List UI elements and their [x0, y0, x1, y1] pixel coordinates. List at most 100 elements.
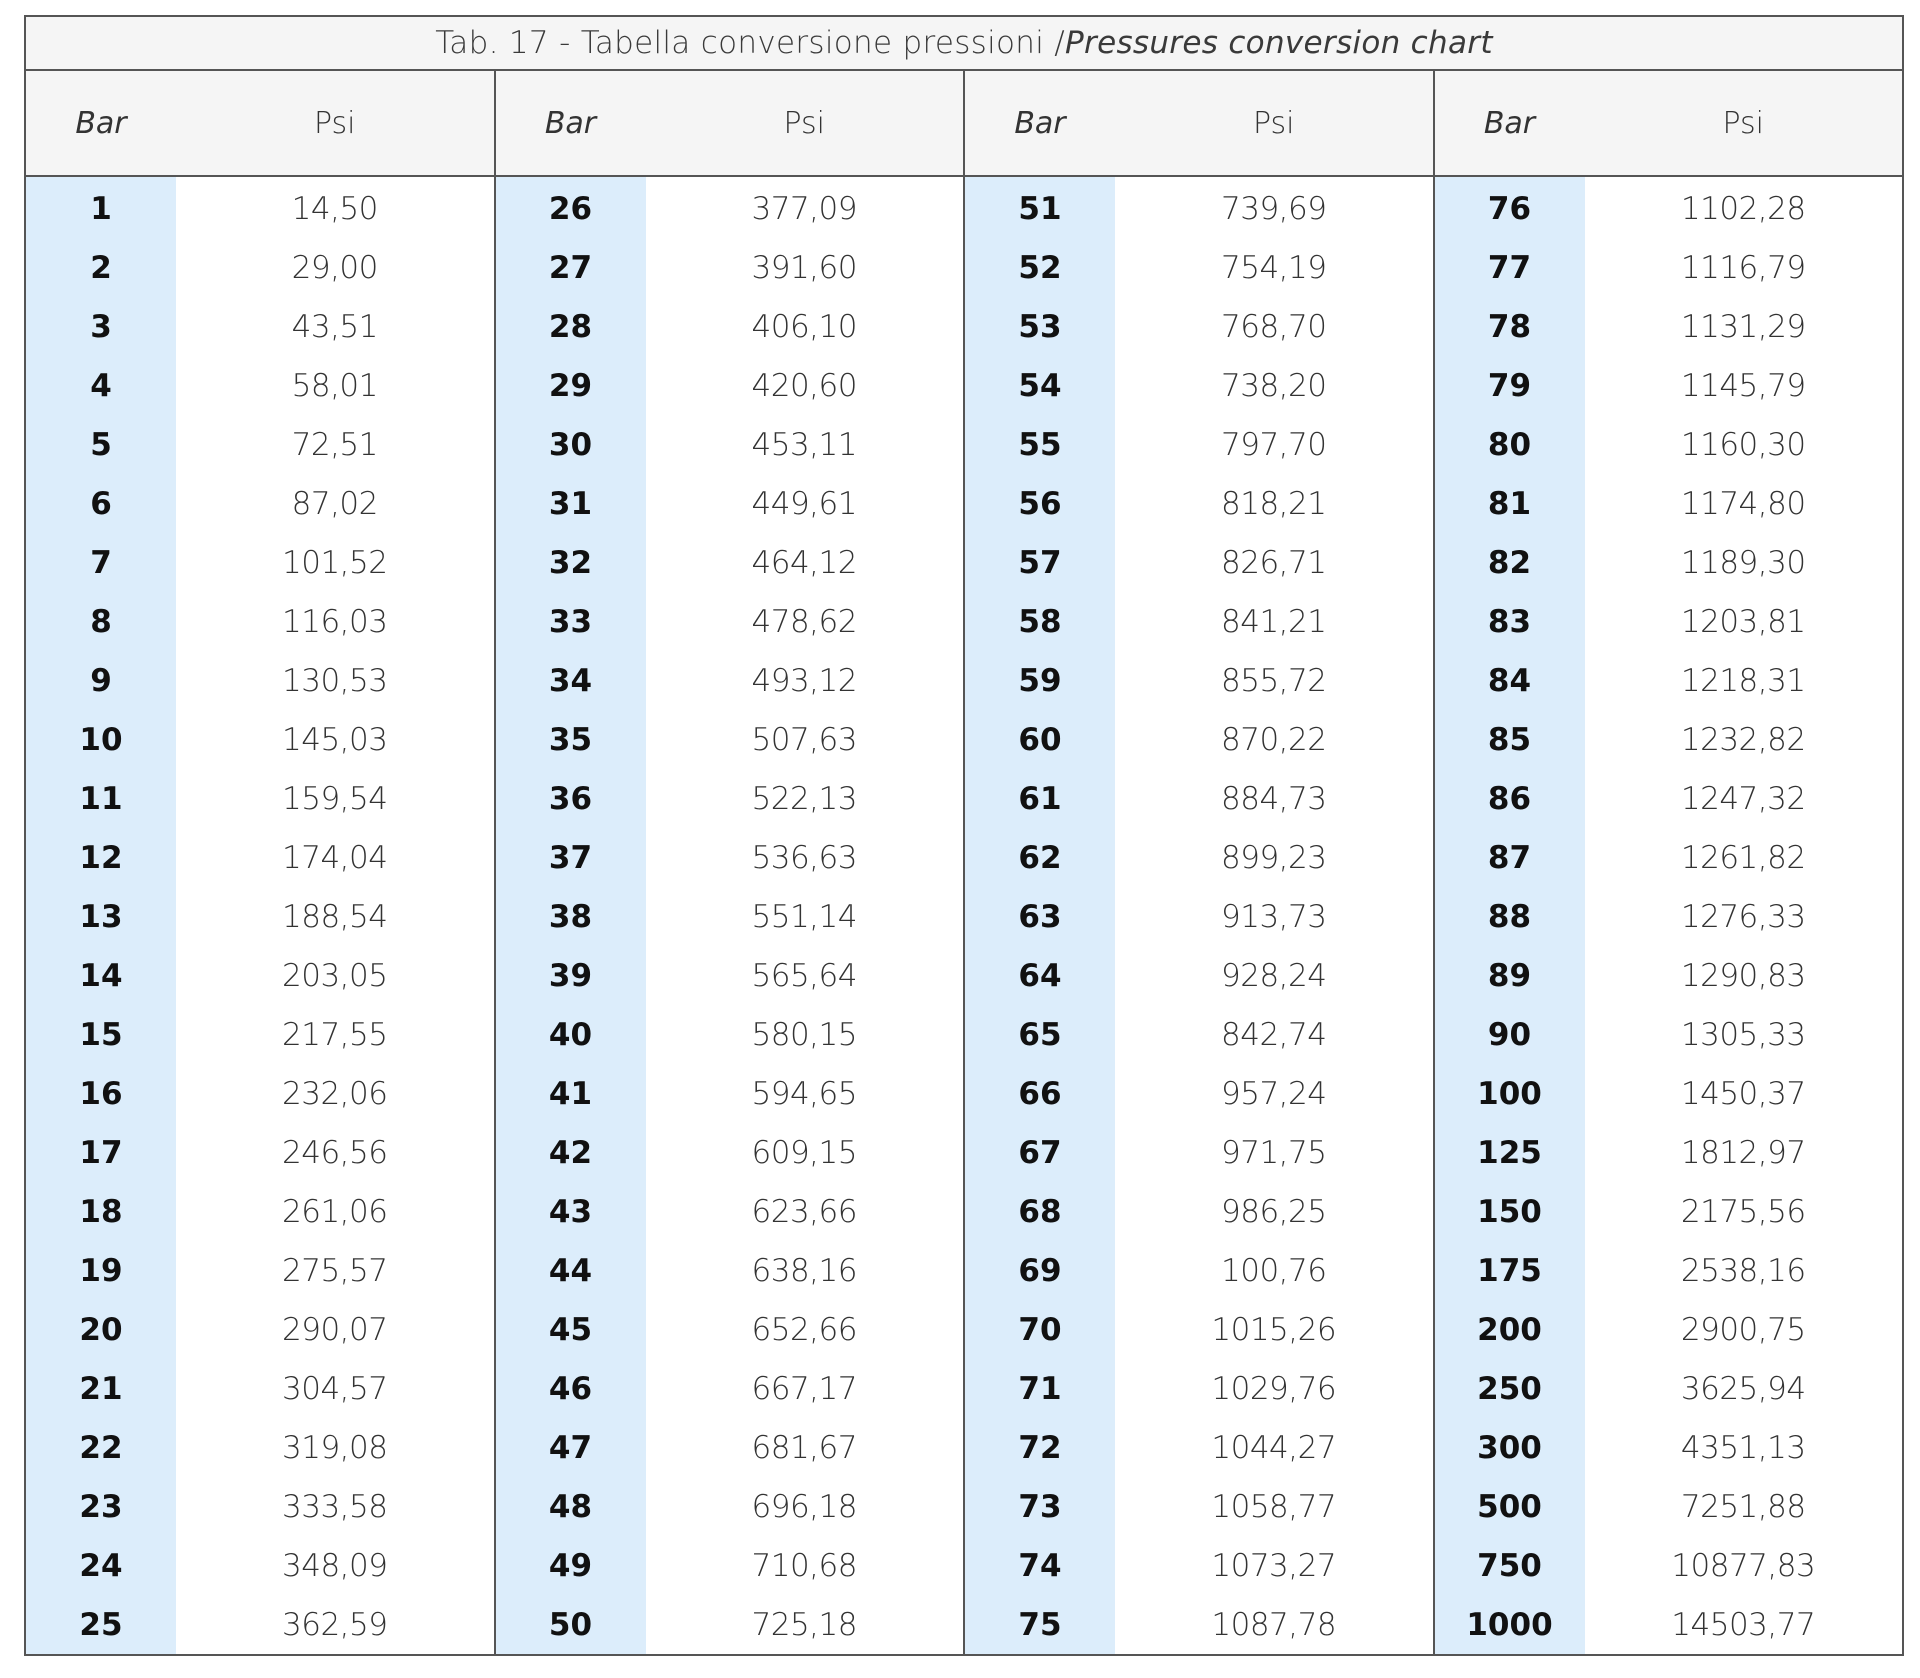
- header-psi: Psi: [1252, 105, 1295, 141]
- table-row: 73 1058,77: [965, 1477, 1433, 1536]
- table-row: 27 391,60: [496, 238, 964, 297]
- psi-value: 420,60: [751, 367, 858, 404]
- psi-value: 232,06: [282, 1075, 388, 1112]
- bar-value: 88: [1487, 898, 1532, 935]
- psi-value: 696,18: [751, 1488, 858, 1525]
- bar-value: 67: [1018, 1134, 1062, 1171]
- psi-value: 493,12: [751, 662, 858, 699]
- column-group-3: Bar Psi 51 739,69 52 754,19 53 768,70 54 738,20 55…: [965, 71, 1435, 1654]
- table-row: 45 652,66: [496, 1300, 964, 1359]
- bar-value: 100: [1477, 1075, 1542, 1112]
- table-row: 37 536,63: [496, 828, 964, 887]
- table-row: 67 971,75: [965, 1123, 1433, 1182]
- bar-value: 19: [79, 1252, 123, 1289]
- bar-value: 26: [548, 190, 593, 227]
- table-row: 4 58,01: [26, 356, 494, 415]
- psi-value: 1160,30: [1680, 426, 1806, 463]
- table-row: 9 130,53: [26, 651, 494, 710]
- bar-value: 5: [90, 426, 112, 463]
- psi-value: 1261,82: [1680, 839, 1806, 876]
- table-row: 49 710,68: [496, 1536, 964, 1595]
- psi-value: 304,57: [282, 1370, 388, 1407]
- bar-value: 75: [1018, 1606, 1062, 1643]
- psi-value: 899,23: [1221, 839, 1327, 876]
- bar-value: 66: [1018, 1075, 1062, 1112]
- table-row: 31 449,61: [496, 474, 964, 533]
- bar-value: 500: [1477, 1488, 1542, 1525]
- psi-value: 842,74: [1221, 1016, 1327, 1053]
- table-row: 55 797,70: [965, 415, 1433, 474]
- bar-value: 14: [79, 957, 123, 994]
- bar-value: 300: [1477, 1429, 1542, 1466]
- bar-value: 60: [1018, 721, 1062, 758]
- bar-value: 76: [1487, 190, 1532, 227]
- table-row: 2 29,00: [26, 238, 494, 297]
- bar-value: 77: [1487, 249, 1532, 286]
- bar-value: 30: [548, 426, 593, 463]
- table-row: 6 87,02: [26, 474, 494, 533]
- psi-value: 2175,56: [1680, 1193, 1806, 1230]
- psi-value: 681,67: [751, 1429, 858, 1466]
- psi-value: 841,21: [1221, 603, 1327, 640]
- bar-value: 82: [1487, 544, 1532, 581]
- bar-value: 85: [1487, 721, 1532, 758]
- bar-value: 86: [1487, 780, 1532, 817]
- bar-value: 89: [1487, 957, 1532, 994]
- bar-value: 1000: [1466, 1606, 1553, 1643]
- table-row: 15 217,55: [26, 1005, 494, 1064]
- bar-value: 33: [548, 603, 593, 640]
- bar-value: 11: [79, 780, 123, 817]
- bar-value: 71: [1018, 1370, 1062, 1407]
- table-row: 51 739,69: [965, 179, 1433, 238]
- table-row: 43 623,66: [496, 1182, 964, 1241]
- header-bar: Bar: [1014, 105, 1066, 141]
- psi-value: 1058,77: [1211, 1488, 1337, 1525]
- table-row: 80 1160,30: [1435, 415, 1903, 474]
- table-title-main: Tab. 17 - Tabella conversione pressioni …: [435, 25, 1066, 61]
- psi-value: 116,03: [282, 603, 388, 640]
- table-row: 35 507,63: [496, 710, 964, 769]
- psi-value: 1145,79: [1680, 367, 1806, 404]
- psi-value: 826,71: [1221, 544, 1327, 581]
- table-row: 52 754,19: [965, 238, 1433, 297]
- bar-value: 37: [548, 839, 593, 876]
- psi-value: 453,11: [751, 426, 858, 463]
- psi-value: 174,04: [282, 839, 388, 876]
- psi-value: 333,58: [282, 1488, 388, 1525]
- table-row: 12 174,04: [26, 828, 494, 887]
- table-row: 64 928,24: [965, 946, 1433, 1005]
- psi-value: 478,62: [751, 603, 858, 640]
- column-group-header: Bar Psi: [26, 71, 494, 177]
- bar-value: 44: [548, 1252, 593, 1289]
- bar-value: 56: [1018, 485, 1062, 522]
- table-row: 42 609,15: [496, 1123, 964, 1182]
- table-row: 65 842,74: [965, 1005, 1433, 1064]
- table-row: 74 1073,27: [965, 1536, 1433, 1595]
- bar-value: 46: [548, 1370, 593, 1407]
- psi-value: 855,72: [1221, 662, 1327, 699]
- bar-value: 29: [548, 367, 593, 404]
- psi-value: 797,70: [1221, 426, 1327, 463]
- table-row: 60 870,22: [965, 710, 1433, 769]
- table-row: 70 1015,26: [965, 1300, 1433, 1359]
- bar-value: 20: [79, 1311, 123, 1348]
- psi-value: 536,63: [751, 839, 858, 876]
- psi-value: 1044,27: [1211, 1429, 1337, 1466]
- table-row: 53 768,70: [965, 297, 1433, 356]
- bar-value: 150: [1477, 1193, 1542, 1230]
- psi-value: 1073,27: [1211, 1547, 1337, 1584]
- column-group-2: Bar Psi 26 377,09 27 391,60 28 406,10 29 420,60 30…: [495, 71, 965, 1654]
- table-row: 72 1044,27: [965, 1418, 1433, 1477]
- table-row: 25 362,59: [26, 1595, 494, 1654]
- bar-value: 61: [1018, 780, 1062, 817]
- table-row: 26 377,09: [496, 179, 964, 238]
- psi-value: 623,66: [751, 1193, 858, 1230]
- psi-value: 101,52: [282, 544, 388, 581]
- table-row: 3 43,51: [26, 297, 494, 356]
- bar-value: 73: [1018, 1488, 1062, 1525]
- table-row: 33 478,62: [496, 592, 964, 651]
- psi-value: 1102,28: [1680, 190, 1806, 227]
- table-row: 150 2175,56: [1435, 1182, 1903, 1241]
- bar-value: 64: [1018, 957, 1062, 994]
- bar-value: 74: [1018, 1547, 1062, 1584]
